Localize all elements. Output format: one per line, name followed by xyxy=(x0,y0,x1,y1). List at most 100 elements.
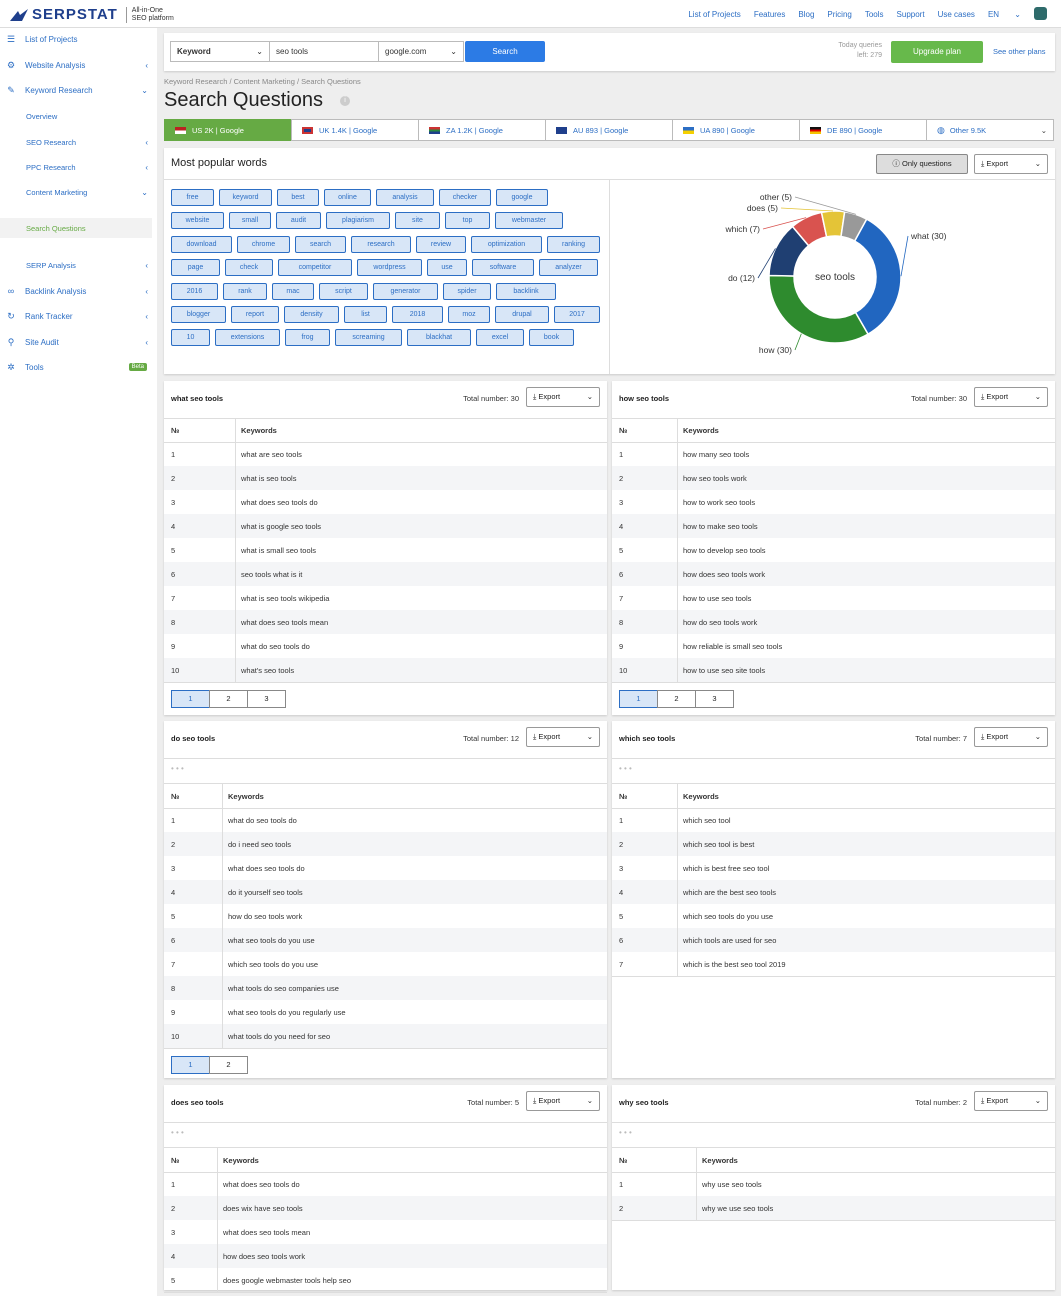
word-tag[interactable]: webmaster xyxy=(495,212,563,230)
word-tag[interactable]: drupal xyxy=(495,306,549,323)
word-tag[interactable]: top xyxy=(445,212,490,230)
word-tag[interactable]: backlink xyxy=(496,282,556,300)
export-button[interactable]: ⤓ Export ⌄ xyxy=(974,1091,1048,1111)
word-tag[interactable]: frog xyxy=(285,329,330,347)
table-row[interactable]: 10 how to use seo site tools xyxy=(612,658,1055,682)
word-tag[interactable]: excel xyxy=(476,329,524,347)
word-tag[interactable]: competitor xyxy=(278,259,352,277)
export-button[interactable]: ⤓ Export ⌄ xyxy=(974,387,1048,407)
sidebar-item-keyword-research[interactable]: ✎ Keyword Research ⌄ xyxy=(0,80,157,100)
word-tag[interactable]: site xyxy=(395,212,440,230)
table-row[interactable]: 2 do i need seo tools xyxy=(164,832,607,856)
nav-pricing[interactable]: Pricing xyxy=(827,10,851,19)
table-row[interactable]: 3 which is best free seo tool xyxy=(612,856,1055,880)
table-row[interactable]: 8 how do seo tools work xyxy=(612,610,1055,634)
table-row[interactable]: 3 what does seo tools do xyxy=(164,490,607,514)
word-tag[interactable]: website xyxy=(171,212,224,230)
word-tag[interactable]: optimization xyxy=(471,235,542,253)
table-row[interactable]: 6 seo tools what is it xyxy=(164,562,607,586)
table-row[interactable]: 3 how to work seo tools xyxy=(612,490,1055,514)
sidebar-item-site-audit[interactable]: ⚲ Site Audit ‹ xyxy=(0,332,157,352)
word-tag[interactable]: 2018 xyxy=(392,306,443,323)
word-tag[interactable]: chrome xyxy=(237,235,290,253)
sidebar-item-tools[interactable]: ✲ Tools Beta xyxy=(0,357,157,377)
nav-use-cases[interactable]: Use cases xyxy=(938,10,975,19)
page-button[interactable]: 1 xyxy=(171,690,210,708)
search-engine-select[interactable]: google.com ⌄ xyxy=(378,41,464,62)
tab-us[interactable]: US 2K | Google xyxy=(164,119,292,141)
export-button[interactable]: ⤓ Export ⌄ xyxy=(526,387,600,407)
word-tag[interactable]: research xyxy=(351,235,411,253)
language-selector[interactable]: EN ⌄ xyxy=(988,10,1021,19)
table-row[interactable]: 1 what does seo tools do xyxy=(164,1172,607,1196)
table-row[interactable]: 4 what is google seo tools xyxy=(164,514,607,538)
export-button[interactable]: ⤓ Export ⌄ xyxy=(526,1091,600,1111)
table-row[interactable]: 3 what does seo tools do xyxy=(164,856,607,880)
word-tag[interactable]: search xyxy=(295,235,346,253)
page-button[interactable]: 3 xyxy=(247,690,286,708)
word-tag[interactable]: book xyxy=(529,329,574,347)
search-type-select[interactable]: Keyword ⌄ xyxy=(170,41,270,62)
table-row[interactable]: 4 do it yourself seo tools xyxy=(164,880,607,904)
word-tag[interactable]: 2017 xyxy=(554,306,600,323)
word-tag[interactable]: density xyxy=(284,306,339,323)
page-button[interactable]: 1 xyxy=(171,1056,210,1074)
word-tag[interactable]: download xyxy=(171,235,232,253)
table-row[interactable]: 5 does google webmaster tools help seo xyxy=(164,1268,607,1292)
page-button[interactable]: 2 xyxy=(209,690,248,708)
info-icon[interactable]: i xyxy=(340,96,350,106)
sidebar-item-overview[interactable]: Overview xyxy=(0,106,157,126)
table-row[interactable]: 5 what is small seo tools xyxy=(164,538,607,562)
table-row[interactable]: 7 which is the best seo tool 2019 xyxy=(612,952,1055,976)
table-row[interactable]: 9 what do seo tools do xyxy=(164,634,607,658)
word-tag[interactable]: use xyxy=(427,259,467,277)
sidebar-item-backlink-analysis[interactable]: ∞ Backlink Analysis ‹ xyxy=(0,281,157,301)
upgrade-plan-button[interactable]: Upgrade plan xyxy=(891,41,983,63)
word-tag[interactable]: small xyxy=(229,212,271,230)
table-row[interactable]: 1 which seo tool xyxy=(612,808,1055,832)
page-button[interactable]: 2 xyxy=(209,1056,248,1074)
only-questions-button[interactable]: ⓘ Only questions xyxy=(876,154,968,174)
table-row[interactable]: 4 which are the best seo tools xyxy=(612,880,1055,904)
avatar[interactable] xyxy=(1034,7,1047,20)
word-tag[interactable]: ranking xyxy=(547,235,600,253)
sidebar-item-rank-tracker[interactable]: ↻ Rank Tracker ‹ xyxy=(0,306,157,326)
table-row[interactable]: 7 how to use seo tools xyxy=(612,586,1055,610)
table-row[interactable]: 5 how to develop seo tools xyxy=(612,538,1055,562)
word-tag[interactable]: rank xyxy=(223,282,267,300)
nav-features[interactable]: Features xyxy=(754,10,786,19)
word-tag[interactable]: checker xyxy=(439,189,491,206)
table-row[interactable]: 10 what tools do you need for seo xyxy=(164,1024,607,1048)
table-row[interactable]: 4 how does seo tools work xyxy=(164,1244,607,1268)
table-row[interactable]: 6 how does seo tools work xyxy=(612,562,1055,586)
sidebar-item-list-of-projects[interactable]: ☰ List of Projects xyxy=(0,29,157,49)
word-tag[interactable]: analyzer xyxy=(539,259,598,277)
word-tag[interactable]: check xyxy=(225,259,273,277)
table-row[interactable]: 9 what seo tools do you regularly use xyxy=(164,1000,607,1024)
export-button[interactable]: ⤓ Export ⌄ xyxy=(974,727,1048,747)
word-tag[interactable]: wordpress xyxy=(357,259,422,277)
table-row[interactable]: 6 what seo tools do you use xyxy=(164,928,607,952)
word-tag[interactable]: screaming xyxy=(335,329,402,347)
word-tag[interactable]: script xyxy=(319,282,368,300)
word-tag[interactable]: free xyxy=(171,189,214,206)
tab-ua[interactable]: UA 890 | Google xyxy=(672,119,800,141)
word-tag[interactable]: report xyxy=(231,306,279,323)
sidebar-item-serp-analysis[interactable]: SERP Analysis ‹ xyxy=(0,255,157,275)
table-row[interactable]: 2 how seo tools work xyxy=(612,466,1055,490)
table-row[interactable]: 7 which seo tools do you use xyxy=(164,952,607,976)
table-row[interactable]: 6 which tools are used for seo xyxy=(612,928,1055,952)
word-tag[interactable]: 10 xyxy=(171,329,210,347)
page-button[interactable]: 2 xyxy=(657,690,696,708)
table-row[interactable]: 5 how do seo tools work xyxy=(164,904,607,928)
word-tag[interactable]: page xyxy=(171,259,220,277)
page-button[interactable]: 1 xyxy=(619,690,658,708)
tab-other[interactable]: ◍ Other 9.5K ⌄ xyxy=(926,119,1054,141)
table-row[interactable]: 9 how reliable is small seo tools xyxy=(612,634,1055,658)
table-row[interactable]: 2 why we use seo tools xyxy=(612,1196,1055,1220)
sidebar-item-search-questions[interactable]: Search Questions xyxy=(0,218,152,238)
search-input[interactable]: seo tools xyxy=(269,41,379,62)
table-row[interactable]: 7 what is seo tools wikipedia xyxy=(164,586,607,610)
word-tag[interactable]: online xyxy=(324,189,371,206)
search-button[interactable]: Search xyxy=(465,41,545,62)
